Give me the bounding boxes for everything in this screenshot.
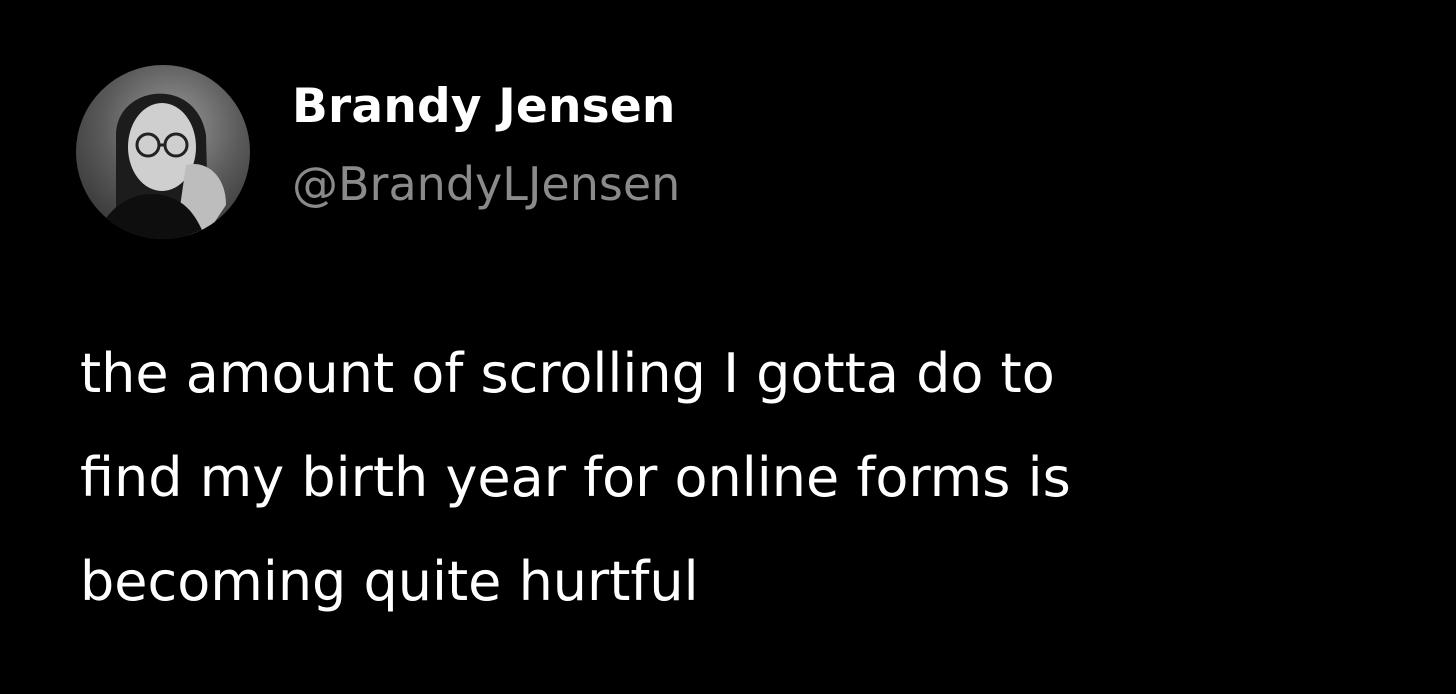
- author-names: Brandy Jensen @BrandyLJensen: [292, 79, 680, 211]
- profile-photo-avatar: [76, 65, 250, 239]
- tweet-card: Brandy Jensen @BrandyLJensen the amount …: [0, 0, 1456, 694]
- author-display-name[interactable]: Brandy Jensen: [292, 79, 680, 135]
- tweet-text-line: the amount of scrolling I gotta do to: [80, 342, 1055, 405]
- tweet-text-line: find my birth year for online forms is: [80, 446, 1071, 509]
- tweet-text: the amount of scrolling I gotta do to fi…: [80, 322, 1380, 634]
- avatar[interactable]: [76, 65, 250, 239]
- tweet-header: Brandy Jensen @BrandyLJensen: [76, 64, 680, 240]
- author-handle[interactable]: @BrandyLJensen: [292, 157, 680, 211]
- tweet-text-line: becoming quite hurtful: [80, 550, 699, 613]
